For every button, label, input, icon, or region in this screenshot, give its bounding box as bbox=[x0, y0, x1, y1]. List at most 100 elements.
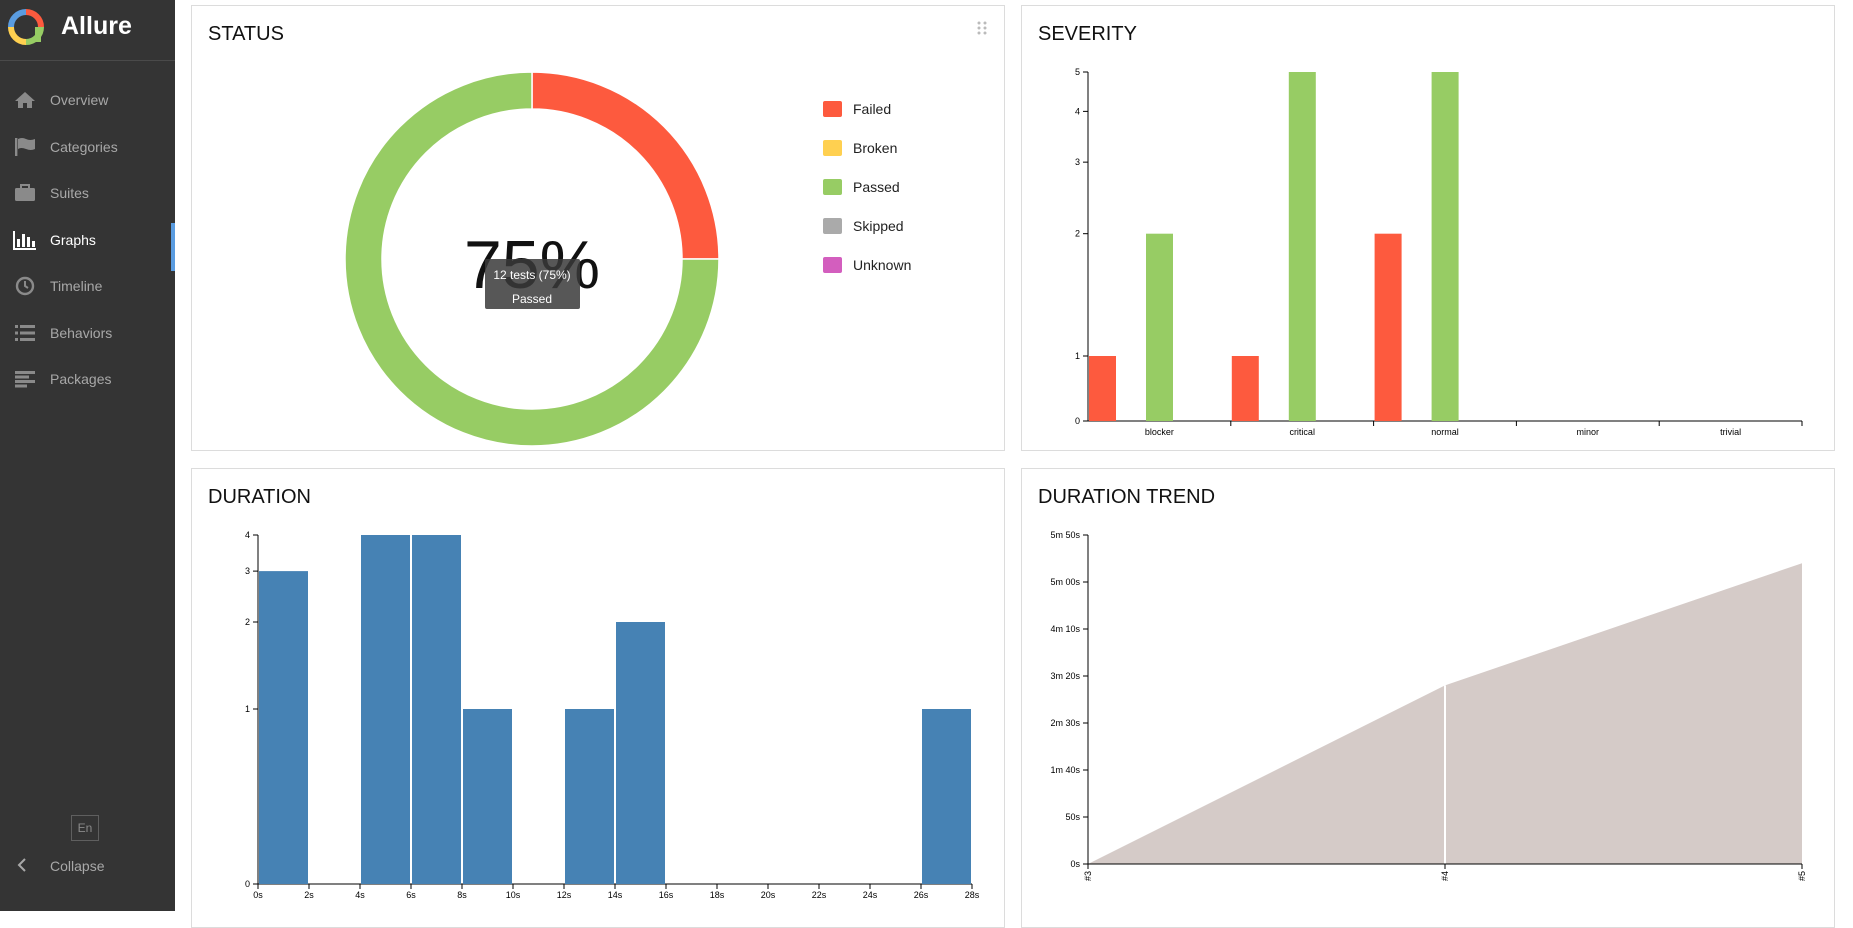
legend-swatch bbox=[823, 218, 842, 234]
y-tick-label: 3m 20s bbox=[1050, 671, 1080, 681]
duration-trend-area-chart: 0s 50s 1m 40s 2m 30s 3m 20s 4m 10s 5m 00s 5m 50… bbox=[1050, 530, 1807, 881]
y-tick-label: 1 bbox=[1075, 351, 1080, 361]
severity-widget: SEVERITY 0 1 2 3 4 5 blocker critical normal mino… bbox=[1021, 5, 1835, 451]
duration-trend-widget: DURATION TREND 0s 50s 1m 40s 2m 30s 3m 20s 4m… bbox=[1021, 468, 1835, 928]
x-tick-label: 0s bbox=[253, 890, 263, 900]
sidebar-item-categories[interactable]: Categories bbox=[0, 124, 175, 171]
duration-histogram: 0 1 2 3 4 0s 2s 4s 6s 8s 10s 12s 14s 16s 18s 20s 22s 24s 2… bbox=[245, 530, 980, 900]
x-tick-label: 6s bbox=[406, 890, 416, 900]
sidebar-item-label: Overview bbox=[50, 92, 109, 109]
flag-icon bbox=[13, 135, 37, 159]
x-tick-label: 2s bbox=[304, 890, 314, 900]
y-tick-label: 2 bbox=[245, 617, 250, 627]
y-tick-label: 0 bbox=[245, 879, 250, 889]
duration-widget: DURATION 0 1 2 3 4 0s 2s 4s 6s 8s 10s 12s 14s 16s 18s 2… bbox=[191, 468, 1005, 928]
sidebar-item-label: Packages bbox=[50, 371, 112, 388]
brand[interactable]: Allure bbox=[0, 0, 175, 61]
status-tooltip: 12 tests (75%) Passed bbox=[485, 259, 580, 309]
y-tick-label: 3 bbox=[1075, 157, 1080, 167]
x-tick-label: minor bbox=[1577, 427, 1600, 437]
x-tick-label: 12s bbox=[557, 890, 572, 900]
tooltip-line-2: Passed bbox=[512, 292, 552, 306]
y-tick-label: 1 bbox=[245, 704, 250, 714]
legend-label: Skipped bbox=[853, 218, 904, 234]
duration-bar-4s-6s[interactable] bbox=[361, 535, 410, 884]
sidebar: Allure Overview Categories Suites Graphs bbox=[0, 0, 175, 911]
drag-handle-icon[interactable] bbox=[977, 21, 987, 35]
x-tick-label: blocker bbox=[1145, 427, 1174, 437]
collapse-label: Collapse bbox=[50, 858, 105, 874]
bar-chart-icon bbox=[13, 228, 37, 252]
y-tick-label: 0 bbox=[1075, 416, 1080, 426]
x-tick-label: 22s bbox=[812, 890, 827, 900]
y-tick-label: 0s bbox=[1070, 859, 1080, 869]
severity-bar-critical-failed[interactable] bbox=[1231, 356, 1259, 421]
app-name: Allure bbox=[61, 12, 132, 40]
x-tick-label: #4 bbox=[1440, 871, 1450, 881]
collapse-button[interactable]: Collapse bbox=[0, 853, 175, 879]
y-tick-label: 5 bbox=[1075, 67, 1080, 77]
x-tick-label: critical bbox=[1289, 427, 1315, 437]
x-tick-label: 8s bbox=[457, 890, 467, 900]
duration-bar-0s-2s[interactable] bbox=[259, 571, 308, 884]
severity-bar-normal-passed[interactable] bbox=[1431, 72, 1459, 421]
legend-swatch bbox=[823, 140, 842, 156]
briefcase-icon bbox=[13, 181, 37, 205]
legend-label: Passed bbox=[853, 179, 900, 195]
legend-label: Failed bbox=[853, 101, 892, 117]
legend-item-broken[interactable]: Broken bbox=[823, 139, 897, 157]
x-tick-label: 16s bbox=[659, 890, 674, 900]
donut-slice-failed[interactable] bbox=[531, 71, 720, 260]
widget-title: STATUS bbox=[208, 23, 284, 45]
y-tick-label: 1m 40s bbox=[1050, 765, 1080, 775]
x-tick-label: #3 bbox=[1083, 871, 1093, 881]
duration-bar-6s-8s[interactable] bbox=[412, 535, 461, 884]
clock-icon bbox=[13, 274, 37, 298]
severity-bar-blocker-passed[interactable] bbox=[1146, 233, 1173, 421]
tooltip-line-1: 12 tests (75%) bbox=[493, 268, 570, 282]
language-switch-button[interactable]: En bbox=[71, 815, 99, 841]
sidebar-item-label: Timeline bbox=[50, 278, 103, 295]
legend-item-skipped[interactable]: Skipped bbox=[823, 217, 904, 235]
severity-bar-blocker-failed[interactable] bbox=[1089, 356, 1116, 421]
y-tick-label: 5m 50s bbox=[1050, 530, 1080, 540]
y-tick-label: 4m 10s bbox=[1050, 624, 1080, 634]
x-tick-label: 4s bbox=[355, 890, 365, 900]
sidebar-item-behaviors[interactable]: Behaviors bbox=[0, 310, 175, 357]
status-widget: STATUS 75% 12 tests (75%) Passed Failed … bbox=[191, 5, 1005, 451]
sidebar-item-label: Behaviors bbox=[50, 324, 113, 341]
x-tick-label: 10s bbox=[506, 890, 521, 900]
sidebar-item-packages[interactable]: Packages bbox=[0, 356, 175, 403]
legend-swatch bbox=[823, 101, 842, 117]
sidebar-item-label: Suites bbox=[50, 185, 89, 202]
sidebar-item-overview[interactable]: Overview bbox=[0, 77, 175, 124]
x-tick-label: 28s bbox=[965, 890, 980, 900]
x-tick-label: 14s bbox=[608, 890, 623, 900]
legend-item-failed[interactable]: Failed bbox=[823, 100, 891, 118]
status-center-percentage: 75% bbox=[464, 227, 600, 303]
allure-logo-icon bbox=[8, 9, 44, 45]
duration-bar-14s-16s[interactable] bbox=[616, 622, 665, 884]
sidebar-item-graphs[interactable]: Graphs bbox=[0, 217, 175, 270]
chevron-left-icon bbox=[17, 858, 26, 872]
sidebar-item-timeline[interactable]: Timeline bbox=[0, 263, 175, 310]
duration-bar-12s-14s[interactable] bbox=[565, 709, 614, 884]
legend-item-unknown[interactable]: Unknown bbox=[823, 256, 911, 274]
y-tick-label: 5m 00s bbox=[1050, 577, 1080, 587]
x-tick-label: 20s bbox=[761, 890, 776, 900]
y-tick-label: 3 bbox=[245, 566, 250, 576]
duration-bar-26s-28s[interactable] bbox=[922, 709, 971, 884]
legend-swatch bbox=[823, 257, 842, 273]
x-tick-label: #5 bbox=[1797, 871, 1807, 881]
duration-bar-8s-10s[interactable] bbox=[463, 709, 512, 884]
sidebar-nav: Overview Categories Suites Graphs Timeli… bbox=[0, 77, 175, 403]
severity-bar-critical-passed[interactable] bbox=[1288, 72, 1316, 421]
legend-label: Unknown bbox=[853, 257, 912, 273]
severity-bar-normal-failed[interactable] bbox=[1374, 233, 1402, 421]
x-tick-label: 18s bbox=[710, 890, 725, 900]
legend-swatch bbox=[823, 179, 842, 195]
sidebar-item-suites[interactable]: Suites bbox=[0, 170, 175, 217]
x-tick-label: 24s bbox=[863, 890, 878, 900]
legend-item-passed[interactable]: Passed bbox=[823, 178, 900, 196]
x-tick-label: 26s bbox=[914, 890, 929, 900]
